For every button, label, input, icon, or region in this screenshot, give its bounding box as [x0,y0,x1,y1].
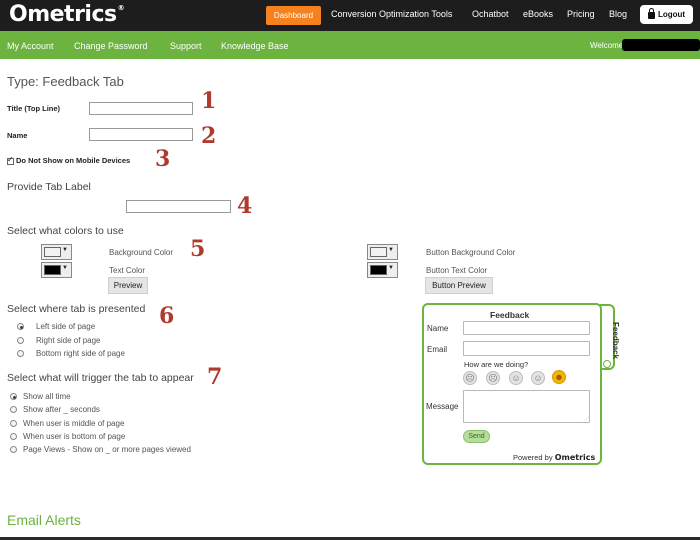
annotation-5: 5 [190,236,206,262]
trigger-option-seconds[interactable]: Show after _ seconds [10,405,100,414]
mobile-checkbox-label: Do Not Show on Mobile Devices [16,156,131,165]
metrics-logo[interactable]: Ometrics® [9,2,125,27]
dropdown-arrow-icon: ▼ [388,265,394,271]
widget-title: Feedback [490,310,530,320]
radio-button[interactable] [17,350,24,358]
position-option-bottom-right[interactable]: Bottom right side of page [17,349,125,358]
radio-button[interactable] [17,337,24,345]
widget-email-input[interactable] [463,341,590,356]
trigger-option-bottom[interactable]: When user is bottom of page [10,432,125,441]
welcome-text: Welcome [590,41,624,50]
nav-conversion-optimization-tools[interactable]: Conversion Optimization Tools [331,9,452,19]
top-navbar: Ometrics® Dashboard Conversion Optimizat… [0,0,700,31]
nav-ebooks[interactable]: eBooks [523,9,553,19]
nav-ochatbot[interactable]: Ochatbot [472,9,509,19]
annotation-6: 6 [159,303,175,329]
text-color-picker[interactable]: ▼ [41,262,72,278]
sad-face-icon[interactable]: ☹ [486,371,500,385]
tab-dot-icon [603,360,611,368]
button-background-color-label: Button Background Color [426,248,516,257]
email-alerts-heading: Email Alerts [7,512,81,528]
position-option-right[interactable]: Right side of page [17,336,101,345]
mobile-checkbox[interactable] [7,155,14,165]
background-color-picker[interactable]: ▼ [41,244,72,260]
title-input[interactable] [89,102,193,115]
position-option-left[interactable]: Left side of page [17,322,95,331]
redacted-username [622,39,700,51]
radio-button[interactable] [10,433,17,441]
trigger-option-middle[interactable]: When user is middle of page [10,419,124,428]
widget-message-label: Message [426,402,459,411]
button-text-color-label: Button Text Color [426,266,488,275]
resize-handle-icon[interactable]: ⋰ [583,416,589,423]
trigger-option-page-views[interactable]: Page Views - Show on _ or more pages vie… [10,445,191,454]
widget-email-label: Email [427,345,448,354]
subnav-support[interactable]: Support [170,41,202,51]
dropdown-arrow-icon: ▼ [62,265,68,271]
button-text-color-picker[interactable]: ▼ [367,262,398,278]
radio-button[interactable] [10,446,17,454]
background-color-label: Background Color [109,248,174,257]
radio-button[interactable] [10,406,17,414]
button-preview-button[interactable]: Button Preview [425,277,493,294]
feedback-tab-label: Feedback [610,322,620,359]
dropdown-arrow-icon: ▼ [62,247,68,253]
name-input[interactable] [89,128,193,141]
trigger-heading: Select what will trigger the tab to appe… [7,372,194,384]
page-title: Type: Feedback Tab [7,74,124,89]
widget-send-button[interactable]: Send [463,430,490,443]
annotation-7: 7 [207,364,223,390]
account-subnav: My Account Change Password Support Knowl… [0,31,700,59]
radio-button[interactable] [10,420,17,428]
colors-heading: Select what colors to use [7,225,124,237]
widget-name-label: Name [427,324,449,333]
powered-by-text: Powered by Ometrics [513,453,596,462]
annotation-1: 1 [201,88,217,114]
tab-label-heading: Provide Tab Label [7,181,91,193]
name-label: Name [7,131,28,140]
nav-pricing[interactable]: Pricing [567,9,595,19]
metrics-logo-small: Ometrics [554,453,596,462]
radio-button[interactable] [17,323,24,331]
nav-blog[interactable]: Blog [609,9,627,19]
button-background-color-picker[interactable]: ▼ [367,244,398,260]
happy-face-icon[interactable]: ☻ [552,370,566,384]
dropdown-arrow-icon: ▼ [388,247,394,253]
text-color-label: Text Color [109,266,146,275]
annotation-3: 3 [155,146,171,172]
tab-label-input[interactable] [126,200,231,213]
annotation-2: 2 [201,123,217,149]
smile-face-icon[interactable]: ☺ [531,371,545,385]
position-heading: Select where tab is presented [7,303,146,315]
mobile-option: Do Not Show on Mobile Devices [7,155,131,165]
neutral-face-icon[interactable]: ☺ [509,371,523,385]
widget-name-input[interactable] [463,321,590,335]
trigger-option-all-time[interactable]: Show all time [10,392,71,401]
widget-rating-prompt: How are we doing? [464,360,529,369]
title-label: Title (Top Line) [7,104,61,113]
logout-button[interactable]: Logout [640,5,693,24]
preview-button[interactable]: Preview [108,277,148,294]
annotation-4: 4 [237,193,253,219]
subnav-my-account[interactable]: My Account [7,41,54,51]
radio-button[interactable] [10,393,17,401]
widget-message-textarea[interactable] [463,390,590,423]
subnav-knowledge-base[interactable]: Knowledge Base [221,41,289,51]
subnav-change-password[interactable]: Change Password [74,41,148,51]
nav-dashboard-button[interactable]: Dashboard [266,6,321,25]
lock-icon [647,8,655,19]
very-sad-face-icon[interactable]: ☹ [463,371,477,385]
